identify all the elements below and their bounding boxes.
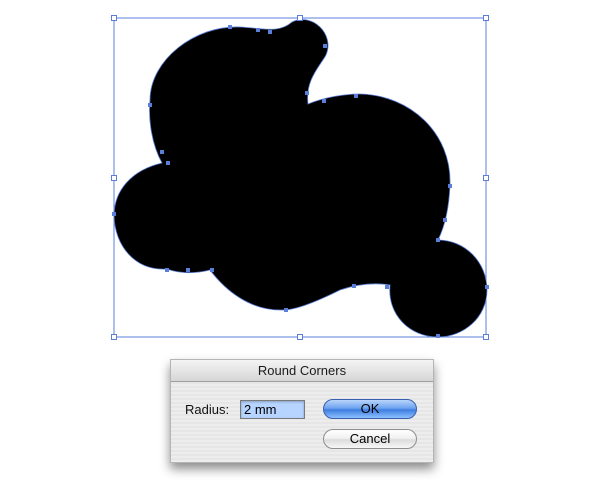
handle-top-right bbox=[483, 15, 489, 21]
radius-label: Radius: bbox=[185, 402, 230, 417]
radius-input[interactable] bbox=[240, 400, 305, 419]
anchor-point bbox=[284, 308, 288, 312]
anchor-point bbox=[354, 94, 358, 98]
rounded-shape[interactable] bbox=[113, 19, 488, 338]
handle-bottom-center bbox=[297, 334, 303, 340]
anchor-point bbox=[352, 284, 356, 288]
anchor-point bbox=[323, 44, 327, 48]
anchor-point bbox=[165, 268, 169, 272]
cancel-button[interactable]: Cancel bbox=[323, 429, 417, 449]
anchor-point bbox=[305, 91, 309, 95]
anchor-point bbox=[443, 218, 447, 222]
anchor-point bbox=[186, 268, 190, 272]
handle-top-center bbox=[297, 15, 303, 21]
handle-middle-left bbox=[111, 175, 117, 181]
anchor-point bbox=[166, 161, 170, 165]
handle-bottom-right bbox=[483, 334, 489, 340]
anchor-point bbox=[160, 150, 164, 154]
ok-button[interactable]: OK bbox=[323, 399, 417, 419]
anchor-point bbox=[256, 28, 260, 32]
anchor-point bbox=[322, 99, 326, 103]
handle-top-left bbox=[111, 15, 117, 21]
dialog-title[interactable]: Round Corners bbox=[171, 360, 433, 382]
handle-middle-right bbox=[483, 175, 489, 181]
anchor-point bbox=[148, 103, 152, 107]
anchor-point bbox=[436, 334, 440, 338]
anchor-point bbox=[228, 25, 232, 29]
anchor-point bbox=[112, 212, 116, 216]
anchor-point bbox=[385, 285, 389, 289]
round-corners-dialog: Round Corners Radius: OK Cancel bbox=[170, 359, 434, 463]
anchor-point bbox=[485, 285, 489, 289]
anchor-point bbox=[210, 268, 214, 272]
anchor-point bbox=[448, 184, 452, 188]
anchor-point bbox=[268, 30, 272, 34]
handle-bottom-left bbox=[111, 334, 117, 340]
canvas: Round Corners Radius: OK Cancel bbox=[0, 0, 600, 482]
anchor-point bbox=[436, 238, 440, 242]
